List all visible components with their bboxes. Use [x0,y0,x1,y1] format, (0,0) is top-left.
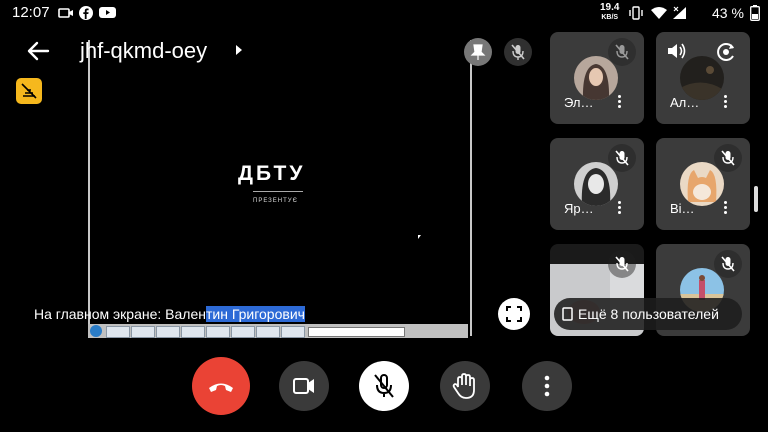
slide-subtitle: ПРЕЗЕНТУЄ [253,198,298,204]
fullscreen-icon [506,306,522,322]
avatar [680,162,724,206]
status-time: 12:07 [12,4,50,21]
mic-off-icon [714,250,742,278]
mic-off-icon [374,374,394,398]
participant-name: Яр… [564,201,594,216]
no-network-badge[interactable] [16,78,42,104]
people-icon [562,307,573,321]
participant-name: Ві… [670,201,695,216]
microphone-button[interactable] [359,361,409,411]
presenter-label: На главном экране: Валентин Григорович [34,306,305,322]
avatar [574,162,618,206]
presenter-label-prefix: На главном экране: Вален [34,306,206,322]
wifi-icon [650,6,667,20]
avatar [574,56,618,100]
presenter-mic-off-button [504,38,532,66]
hand-icon [452,373,475,399]
network-speed: 19.4 KB/S [600,3,619,23]
vibrate-icon [628,6,644,20]
taskbar-address-box [308,327,405,337]
more-users-label: Ещё 8 пользователей [578,306,719,322]
slide-logo: ДБТУ [238,162,306,185]
taskbar-item [131,326,155,338]
status-bar: 12:07 19.4 KB/S 43 % [0,0,768,26]
mic-off-icon [608,38,636,66]
presenter-label-highlight: тин Григорович [205,306,305,322]
network-speed-unit: KB/S [601,14,619,21]
pin-icon [470,44,486,60]
mic-off-icon [714,144,742,172]
more-vert-icon[interactable] [618,201,622,215]
youtube-icon [99,6,116,20]
signal-off-icon [21,83,37,99]
end-call-button[interactable] [192,357,250,415]
more-vert-icon[interactable] [724,95,728,109]
taskbar-item [206,326,230,338]
battery-percent: 43 % [712,5,744,21]
participant-name: Ал… [670,95,700,110]
video-camera-icon [293,378,314,394]
taskbar-item [181,326,205,338]
shared-taskbar [88,324,468,338]
mic-off-icon [608,250,636,278]
fullscreen-button[interactable] [498,298,530,330]
avatar [680,56,724,100]
more-vert-icon[interactable] [618,95,622,109]
pin-button[interactable] [464,38,492,66]
shared-screen [88,40,472,336]
mouse-cursor-icon [418,235,421,239]
more-vert-icon [544,375,550,397]
network-speed-value: 19.4 [600,2,620,13]
facebook-icon [79,6,95,20]
taskbar-item [156,326,180,338]
caret-right-icon[interactable] [236,45,242,55]
meeting-code[interactable]: jhf-qkmd-oey [80,38,207,64]
raise-hand-button[interactable] [440,361,490,411]
slide-divider [253,191,303,192]
tiles-scrollbar[interactable] [754,186,758,212]
more-vert-icon[interactable] [724,201,728,215]
taskbar-item [106,326,130,338]
speaker-icon [666,41,688,61]
taskbar-item [231,326,255,338]
taskbar-item [256,326,280,338]
mic-off-icon [511,44,525,60]
camera-button[interactable] [279,361,329,411]
video-camera-icon [58,6,74,20]
start-icon [90,325,102,337]
phone-hangup-icon [209,383,233,392]
signal-icon [672,6,688,20]
mic-off-icon [608,144,636,172]
taskbar-item [281,326,305,338]
battery-icon [750,5,766,21]
back-arrow-icon[interactable] [26,40,50,62]
more-options-button[interactable] [522,361,572,411]
participant-name: Эл… [564,95,594,110]
